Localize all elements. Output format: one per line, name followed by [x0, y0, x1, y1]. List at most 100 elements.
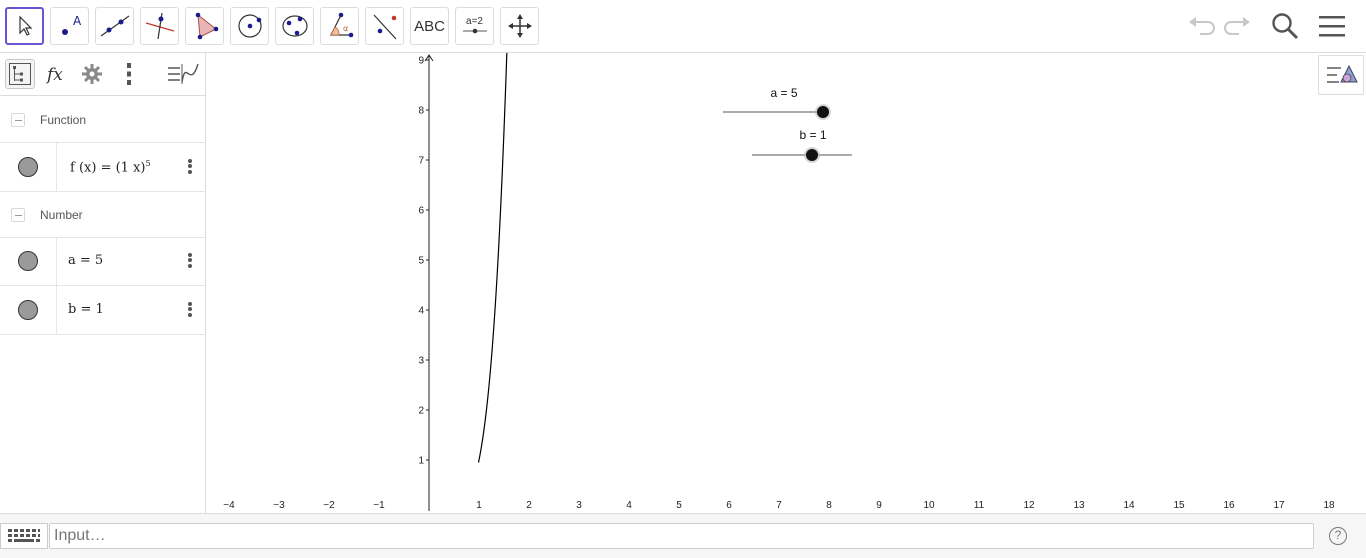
x-tick-label: 16 [1223, 500, 1235, 511]
search-button[interactable] [1267, 8, 1303, 44]
algebra-item-b[interactable]: b = 1 [0, 286, 206, 335]
move-tool[interactable] [5, 7, 44, 45]
menu-icon [1319, 16, 1345, 37]
input-bar: ? [0, 513, 1366, 558]
slider-tool-label: a=2 [466, 16, 483, 27]
angle-tool[interactable]: α [320, 7, 359, 45]
x-tick-label: −4 [223, 500, 235, 511]
gear-icon [82, 64, 102, 84]
circle-center-point-tool[interactable] [230, 7, 269, 45]
y-tick-label: 7 [418, 156, 424, 167]
collapse-toggle[interactable] [11, 112, 25, 127]
x-tick-label: 9 [876, 500, 882, 511]
redo-icon [1224, 17, 1250, 35]
algebra-header: fx [0, 53, 206, 96]
marble-icon [18, 251, 38, 271]
input-bar-field[interactable] [49, 523, 1314, 549]
search-icon [1272, 13, 1299, 40]
y-tick-label: 2 [418, 406, 424, 417]
tree-view-button[interactable] [5, 59, 35, 89]
reflect-icon [373, 14, 396, 40]
text-tool-label: ABC [414, 17, 445, 35]
visibility-toggle[interactable] [0, 143, 57, 191]
group-label: Function [40, 112, 87, 127]
slider-label: b = 1 [799, 128, 826, 142]
x-tick-label: 14 [1123, 500, 1135, 511]
reflect-tool[interactable] [365, 7, 404, 45]
y-tick-label: 9 [418, 56, 424, 67]
polygon-tool[interactable] [185, 7, 224, 45]
x-tick-label: 15 [1173, 500, 1185, 511]
style-bar-icon [1327, 64, 1358, 83]
item-menu-button[interactable] [184, 251, 196, 271]
toolbar: A α ABC a=2 [0, 0, 1366, 53]
x-tick-label: 10 [923, 500, 935, 511]
group-number: Number [0, 192, 206, 238]
move-arrows-icon [507, 14, 532, 38]
algebra-item-formula[interactable]: a = 5 [68, 253, 103, 268]
undo-button[interactable] [1183, 8, 1219, 44]
visibility-toggle[interactable] [0, 237, 57, 285]
main-menu-button[interactable] [1314, 8, 1350, 44]
item-menu-button[interactable] [184, 300, 196, 320]
toggle-graphics-button[interactable] [165, 59, 201, 89]
x-tick-label: 6 [726, 500, 732, 511]
graphics-view[interactable]: −4 −3 −2 −1 1 2 3 4 5 6 7 8 9 10 11 12 13 14 15 16 17 18 1 2 3 4 5… [212, 53, 1366, 513]
function-curve-f [477, 53, 508, 463]
fx-icon: fx [45, 65, 63, 85]
conic-tool[interactable] [275, 7, 314, 45]
x-tick-label: 13 [1073, 500, 1085, 511]
x-tick-label: 4 [626, 500, 632, 511]
tree-icon [9, 63, 31, 85]
perpendicular-line-tool[interactable] [140, 7, 179, 45]
x-tick-label: −3 [273, 500, 285, 511]
x-tick-label: 12 [1023, 500, 1035, 511]
algebra-item-formula[interactable]: f (x) = (1 x)5 [70, 159, 151, 175]
y-tick-label: 6 [418, 206, 424, 217]
conic-icon [281, 15, 308, 37]
x-tick-label: 11 [974, 500, 985, 511]
graphics-view-icon [168, 63, 199, 84]
redo-button[interactable] [1220, 8, 1256, 44]
group-function: Function [0, 97, 206, 143]
collapse-toggle[interactable] [11, 207, 25, 222]
algebra-item-f[interactable]: f (x) = (1 x)5 [0, 143, 206, 192]
vertical-dots-icon [127, 63, 131, 85]
x-tick-label: −1 [373, 500, 385, 511]
graph-canvas[interactable]: −4 −3 −2 −1 1 2 3 4 5 6 7 8 9 10 11 12 13 14 15 16 17 1812345… [212, 53, 1366, 513]
y-tick-label: 4 [418, 306, 424, 317]
line-icon [100, 15, 129, 37]
slider-icon [462, 28, 487, 34]
style-bar-toggle[interactable] [1318, 55, 1364, 95]
marble-icon [18, 300, 38, 320]
algebra-item-formula[interactable]: b = 1 [68, 302, 104, 317]
algebra-item-a[interactable]: a = 5 [0, 237, 206, 286]
slider-tool[interactable]: a=2 [455, 7, 494, 45]
perpendicular-icon [145, 12, 174, 40]
marble-icon [18, 157, 38, 177]
y-tick-label: 1 [418, 456, 424, 467]
keyboard-button[interactable] [0, 523, 48, 549]
x-tick-label: 2 [526, 500, 532, 511]
arrow-cursor-icon [18, 15, 32, 36]
slider-knob [817, 106, 829, 118]
visibility-toggle[interactable] [0, 286, 57, 334]
algebra-view: fx Function f (x) = (1 x)5 Number a = 5 … [0, 53, 206, 513]
settings-button[interactable] [77, 59, 107, 89]
angle-icon: α [329, 12, 353, 38]
point-tool[interactable]: A [50, 7, 89, 45]
auxiliary-objects-button[interactable]: fx [42, 59, 72, 89]
help-button[interactable]: ? [1329, 527, 1347, 545]
x-tick-label: 8 [826, 500, 832, 511]
line-tool[interactable] [95, 7, 134, 45]
svg-text:α: α [343, 24, 348, 33]
x-tick-label: 17 [1273, 500, 1285, 511]
svg-text:A: A [73, 14, 82, 28]
x-tick-label: 1 [476, 500, 482, 511]
x-tick-label: 5 [676, 500, 682, 511]
slider-knob [806, 149, 818, 161]
more-options-button[interactable] [114, 59, 144, 89]
item-menu-button[interactable] [184, 157, 196, 177]
move-graphics-view-tool[interactable] [500, 7, 539, 45]
text-tool[interactable]: ABC [410, 7, 449, 45]
